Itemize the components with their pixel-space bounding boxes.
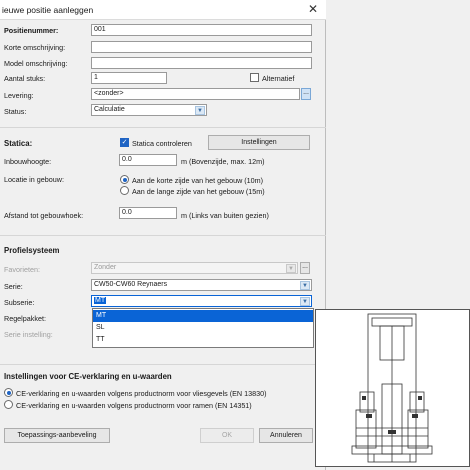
status-select[interactable]: Calculatie ▼ [91,104,207,116]
afstand-unit: m (Links van buiten gezien) [181,211,269,220]
profile-section-drawing [351,313,433,463]
statica-title: Statica: [4,139,33,148]
locatie-label: Locatie in gebouw: [4,175,64,184]
close-icon[interactable]: ✕ [306,2,320,16]
annuleren-button[interactable]: Annuleren [259,428,313,443]
subserie-option-mt[interactable]: MT [93,310,313,322]
window-title: ieuwe positie aanleggen [2,5,94,15]
positienummer-label: Positienummer: [4,26,59,35]
subserie-option-tt[interactable]: TT [93,334,313,346]
toepassings-aanbeveling-button[interactable]: Toepassings-aanbeveling [4,428,110,443]
ce-vliesgevels-label: CE-verklaring en u-waarden volgens produ… [16,389,267,398]
locatie-korte-zijde-label: Aan de korte zijde van het gebouw (10m) [132,176,264,185]
statica-divider [0,127,326,128]
status-label: Status: [4,107,27,116]
subserie-option-sl[interactable]: SL [93,322,313,334]
levering-browse-button[interactable]: ... [301,88,311,100]
favorieten-label: Favorieten: [4,265,40,274]
afstand-input[interactable]: 0.0 [119,207,177,219]
inbouwhoogte-label: Inbouwhoogte: [4,157,52,166]
subserie-value: MT [94,297,107,304]
serie-instelling-label: Serie instelling: [4,330,53,339]
inbouwhoogte-input[interactable]: 0.0 [119,154,177,166]
locatie-lange-zijde-label: Aan de lange zijde van het gebouw (15m) [132,187,265,196]
subserie-label: Subserie: [4,298,35,307]
subserie-select[interactable]: MT ▼ [91,295,312,307]
ce-title: Instellingen voor CE-verklaring en u-waa… [4,372,172,381]
regelpakket-label: Regelpakket: [4,314,46,323]
locatie-korte-zijde-radio[interactable] [120,175,129,184]
profielsysteem-title: Profielsysteem [4,246,60,255]
ok-button[interactable]: OK [200,428,254,443]
chevron-down-icon: ▼ [300,281,310,290]
alternatief-label: Alternatief [262,74,295,83]
title-bar: ieuwe positie aanleggen ✕ [0,0,326,20]
locatie-lange-zijde-radio[interactable] [120,186,129,195]
aantal-stuks-input[interactable]: 1 [91,72,167,84]
levering-input[interactable]: <zonder> [91,88,300,100]
chevron-down-icon: ▼ [286,264,296,273]
ce-vliesgevels-radio[interactable] [4,388,13,397]
model-omschrijving-input[interactable] [91,57,312,69]
serie-label: Serie: [4,282,23,291]
korte-omschrijving-label: Korte omschrijving: [4,43,66,52]
ce-divider [0,364,326,365]
inbouwhoogte-unit: m (Bovenzijde, max. 12m) [181,157,265,166]
status-value: Calculatie [94,106,125,113]
profielsysteem-divider [0,235,326,236]
chevron-down-icon: ▼ [195,106,205,115]
ce-ramen-radio[interactable] [4,400,13,409]
levering-label: Levering: [4,91,34,100]
positienummer-input[interactable]: 001 [91,24,312,36]
instellingen-button[interactable]: Instellingen [208,135,310,150]
favorieten-value: Zonder [94,264,117,271]
serie-value: CW50-CW60 Reynaers [94,281,168,288]
statica-controleren-label: Statica controleren [132,139,192,148]
chevron-down-icon: ▼ [300,297,310,306]
korte-omschrijving-input[interactable] [91,41,312,53]
statica-controleren-checkbox[interactable]: ✓ [120,138,129,147]
favorieten-select: Zonder ▼ [91,262,298,274]
favorieten-browse-button[interactable]: ... [300,262,310,274]
ce-ramen-label: CE-verklaring en u-waarden volgens produ… [16,401,252,410]
alternatief-checkbox[interactable] [250,73,259,82]
aantal-stuks-label: Aantal stuks: [4,74,46,83]
subserie-dropdown-list: MT SL TT [92,308,314,348]
afstand-label: Afstand tot gebouwhoek: [4,211,84,220]
serie-select[interactable]: CW50-CW60 Reynaers ▼ [91,279,312,291]
model-omschrijving-label: Model omschrijving: [4,59,68,68]
profile-preview-panel [315,309,470,467]
new-position-dialog: ieuwe positie aanleggen ✕ Positienummer:… [0,0,326,470]
